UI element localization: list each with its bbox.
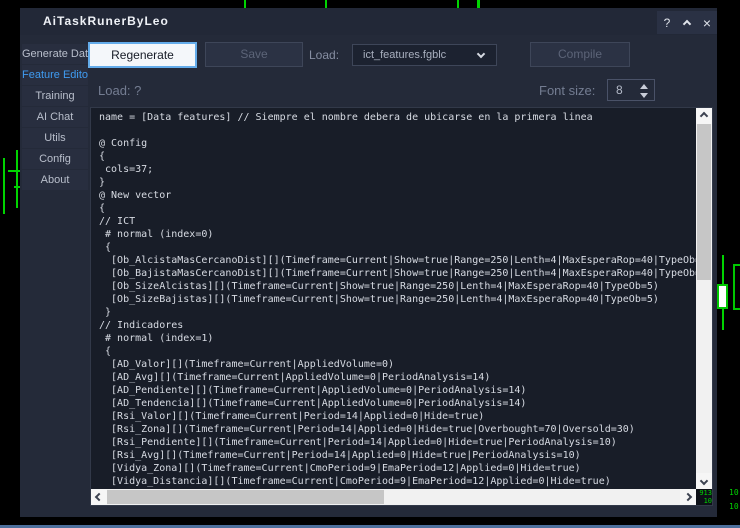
save-button[interactable]: Save [205,42,303,67]
close-icon[interactable]: × [699,15,715,31]
code-line: { [99,345,696,358]
chart-axis-label: 10 [729,502,739,511]
code-line: { [99,241,696,254]
sidebar-tab[interactable]: Generate Data [22,44,88,64]
chart-candle-body [717,284,728,309]
code-line: { [99,202,696,215]
load-label: Load: [309,48,339,62]
code-line: [Rsi_Pendiente][](Timeframe=Current|Peri… [99,436,696,449]
code-line: [AD_Tendencia][](Timeframe=Current|Appli… [99,397,696,410]
chart-axis-label: 10 [729,488,739,497]
code-line: [Vidya_Zona][](Timeframe=Current|CmoPeri… [99,462,696,475]
code-line: cols=37; [99,163,696,176]
minimize-icon[interactable] [679,16,695,30]
app-window: AiTaskRunerByLeo ? × Generate DataFeatur… [20,8,717,517]
sidebar-tab[interactable]: AI Chat [22,107,88,127]
code-line: [AD_Valor][](Timeframe=Current|AppliedVo… [99,358,696,371]
scrollbar-corner: 913 10 [696,489,712,505]
load-status-text: Load: ? [98,83,141,98]
code-line [99,124,696,137]
code-line: [Ob_BajistaMasCercanoDist][](Timeframe=C… [99,267,696,280]
sidebar-tab[interactable]: Training [22,86,88,106]
horizontal-scrollbar[interactable] [91,489,696,505]
sidebar-tabs: Generate DataFeature EditorTrainingAI Ch… [22,44,88,191]
window-title: AiTaskRunerByLeo [43,14,169,28]
regenerate-button[interactable]: Regenerate [88,42,197,68]
code-line: name = [Data features] // Siempre el nom… [99,111,696,124]
chart-line [16,150,18,208]
code-line: [Ob_SizeAlcistas][](Timeframe=Current|Sh… [99,280,696,293]
help-icon[interactable]: ? [659,16,675,30]
code-line: [Rsi_Valor][](Timeframe=Current|Period=1… [99,410,696,423]
sidebar-tab[interactable]: About [22,170,88,190]
chart-candle-body [733,264,740,310]
sidebar-tab[interactable]: Config [22,149,88,169]
sidebar-tab[interactable]: Utils [22,128,88,148]
code-line: [Ob_SizeBajistas][](Timeframe=Current|Sh… [99,293,696,306]
scroll-left-button[interactable] [91,489,107,505]
load-file-selected-value: ict_features.fgblc [363,49,446,61]
load-file-select[interactable]: ict_features.fgblc [352,44,497,66]
vertical-scrollbar[interactable] [696,108,712,489]
chevron-down-icon [477,50,485,58]
window-controls: ? × [657,11,717,34]
vertical-scrollbar-thumb[interactable] [697,124,711,280]
horizontal-scrollbar-thumb[interactable] [107,490,384,504]
code-line: [Rsi_Avg][](Timeframe=Current|Period=14|… [99,449,696,462]
scroll-down-button[interactable] [696,473,712,489]
font-size-label: Font size: [539,83,595,98]
title-bar[interactable]: AiTaskRunerByLeo ? × [20,8,717,35]
code-line: # normal (index=1) [99,332,696,345]
chart-line [3,158,5,214]
code-line: [Ob_AlcistaMasCercanoDist][](Timeframe=C… [99,254,696,267]
code-line: // ICT [99,215,696,228]
code-line: } [99,176,696,189]
font-size-spinner[interactable]: 8 [607,79,655,101]
code-line: @ New vector [99,189,696,202]
code-line: // Indicadores [99,319,696,332]
sidebar-tab[interactable]: Feature Editor [22,65,88,85]
code-line: # normal (index=0) [99,228,696,241]
code-line: } [99,306,696,319]
font-size-value: 8 [616,83,623,97]
code-line: [AD_Pendiente][](Timeframe=Current|Appli… [99,384,696,397]
code-line: { [99,150,696,163]
spinner-arrows-icon[interactable] [640,83,648,99]
code-line: [Vidya_Distancia][](Timeframe=Current|Cm… [99,475,696,488]
code-content[interactable]: name = [Data features] // Siempre el nom… [91,108,696,489]
compile-button[interactable]: Compile [530,42,630,67]
code-editor[interactable]: name = [Data features] // Siempre el nom… [90,107,713,506]
code-line: [AD_Avg][](Timeframe=Current|AppliedVolu… [99,371,696,384]
scroll-up-button[interactable] [696,108,712,124]
code-line: @ Config [99,137,696,150]
scroll-right-button[interactable] [680,489,696,505]
code-line: [Rsi_Zona][](Timeframe=Current|Period=14… [99,423,696,436]
